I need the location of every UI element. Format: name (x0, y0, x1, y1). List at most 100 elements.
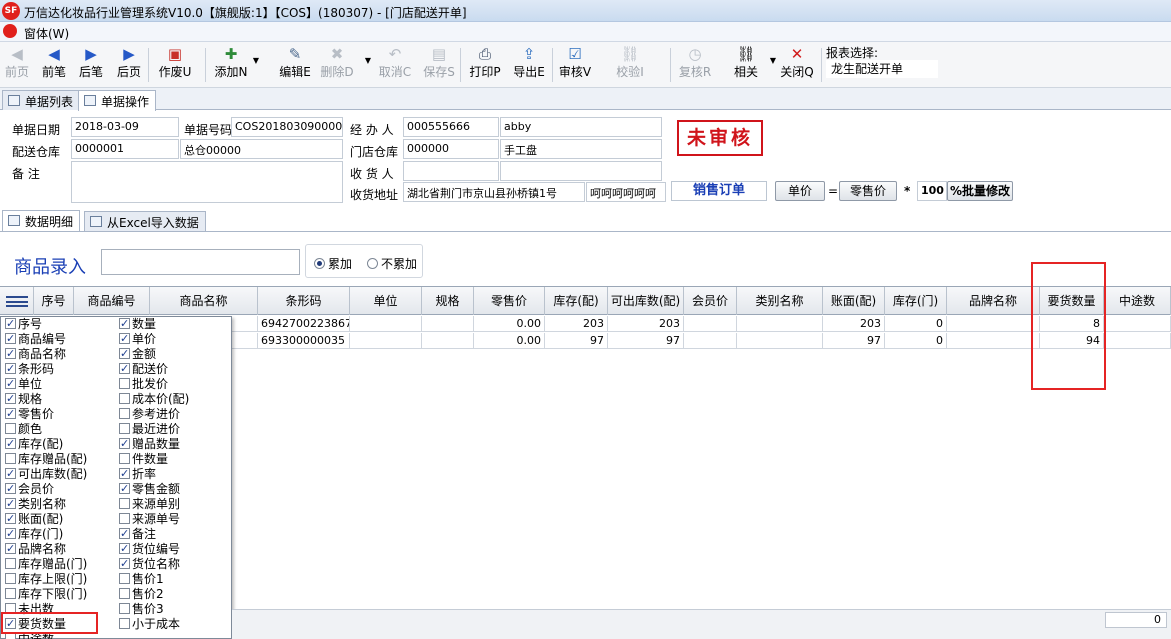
column-option[interactable]: 成本价(配) (119, 392, 189, 407)
checkbox-unchecked-icon[interactable] (5, 588, 16, 599)
toolbar-button-next-record[interactable]: ▶ 后笔 (75, 44, 107, 86)
checkbox-unchecked-icon[interactable] (119, 408, 130, 419)
receiver-extra-field[interactable] (500, 161, 662, 181)
grid-header-cell[interactable]: 商品名称 (150, 287, 258, 315)
toolbar-button-edit[interactable]: ✎ 编辑E (275, 44, 315, 86)
table-cell[interactable] (947, 316, 1040, 332)
checkbox-checked-icon[interactable] (5, 406, 16, 421)
checkbox-unchecked-icon[interactable] (5, 573, 16, 584)
column-option[interactable]: 颜色 (5, 422, 42, 437)
grid-header-cell[interactable]: 零售价 (474, 287, 545, 315)
column-option[interactable]: 库存(门) (5, 526, 63, 542)
table-cell[interactable]: 0 (885, 316, 947, 332)
handler-name-field[interactable]: abby (500, 117, 662, 137)
toolbar-dropdown-arrow-delete[interactable]: ▼ (362, 56, 374, 70)
toolbar-button-delete[interactable]: ✖ 删除D (318, 44, 356, 86)
column-option[interactable]: 库存下限(门) (5, 587, 87, 602)
address-field[interactable]: 湖北省荆门市京山县孙桥镇1号 (403, 182, 585, 202)
menu-window[interactable]: 窗体(W) (24, 25, 69, 42)
checkbox-checked-icon[interactable] (119, 556, 130, 571)
remark-field[interactable] (71, 161, 343, 203)
table-cell[interactable]: 97 (823, 333, 885, 349)
table-cell[interactable] (1104, 333, 1171, 349)
table-cell[interactable]: 203 (823, 316, 885, 332)
checkbox-unchecked-icon[interactable] (5, 423, 16, 434)
checkbox-checked-icon[interactable] (5, 331, 16, 346)
checkbox-unchecked-icon[interactable] (119, 453, 130, 464)
column-option[interactable]: 条形码 (5, 361, 54, 377)
checkbox-checked-icon[interactable] (5, 481, 16, 496)
checkbox-unchecked-icon[interactable] (119, 513, 130, 524)
checkbox-checked-icon[interactable] (5, 526, 16, 541)
grid-header-cell[interactable]: 账面(配) (823, 287, 885, 315)
grid-header-cell[interactable]: 商品编号 (74, 287, 150, 315)
toolbar-button-undo[interactable]: ↶ 取消C (375, 44, 415, 86)
table-cell[interactable] (350, 316, 422, 332)
toolbar-button-audit[interactable]: ☑ 审核V (557, 44, 593, 86)
column-option[interactable]: 单位 (5, 376, 42, 392)
column-option[interactable]: 货位编号 (119, 541, 180, 557)
column-option[interactable]: 最近进价 (119, 422, 180, 437)
toolbar-button-recheck[interactable]: ◷ 复核R (676, 44, 714, 86)
column-option[interactable]: 批发价 (119, 377, 168, 392)
grid-header-cell[interactable]: 条形码 (258, 287, 350, 315)
column-option[interactable]: 库存(配) (5, 436, 63, 452)
table-cell[interactable]: 0.00 (474, 316, 545, 332)
checkbox-checked-icon[interactable] (119, 436, 130, 451)
grid-header-cell[interactable]: 序号 (34, 287, 74, 315)
checkbox-checked-icon[interactable] (119, 526, 130, 541)
checkbox-checked-icon[interactable] (5, 511, 16, 526)
column-option[interactable]: 数量 (119, 316, 156, 332)
dist-warehouse-name-field[interactable]: 总仓00000 (180, 139, 343, 159)
checkbox-checked-icon[interactable] (119, 331, 130, 346)
table-cell[interactable]: 693300000035 (258, 333, 350, 349)
column-option[interactable]: 规格 (5, 391, 42, 407)
toolbar-button-save[interactable]: ▤ 保存S (420, 44, 458, 86)
table-cell[interactable]: 0.00 (474, 333, 545, 349)
grid-header-cell[interactable]: 规格 (422, 287, 474, 315)
checkbox-checked-icon[interactable] (119, 316, 130, 331)
date-field[interactable]: 2018-03-09 (71, 117, 179, 137)
column-option[interactable]: 来源单号 (119, 512, 180, 527)
table-cell[interactable] (684, 333, 737, 349)
grid-header-cell[interactable]: 会员价 (684, 287, 737, 315)
checkbox-unchecked-icon[interactable] (119, 603, 130, 614)
column-option[interactable]: 类别名称 (5, 496, 66, 512)
column-option[interactable]: 件数量 (119, 452, 168, 467)
checkbox-checked-icon[interactable] (5, 541, 16, 556)
checkbox-unchecked-icon[interactable] (119, 618, 130, 629)
column-option[interactable]: 品牌名称 (5, 541, 66, 557)
checkbox-unchecked-icon[interactable] (119, 498, 130, 509)
store-warehouse-code-field[interactable]: 000000 (403, 139, 499, 159)
checkbox-checked-icon[interactable] (5, 496, 16, 511)
checkbox-checked-icon[interactable] (5, 466, 16, 481)
table-cell[interactable]: 97 (608, 333, 684, 349)
table-cell[interactable]: 0 (885, 333, 947, 349)
grid-column-chooser-button[interactable] (0, 287, 34, 315)
toolbar-button-last-page[interactable]: ▶ 后页 (112, 44, 146, 86)
column-option[interactable]: 小于成本 (119, 617, 180, 632)
table-cell[interactable] (1104, 316, 1171, 332)
checkbox-unchecked-icon[interactable] (119, 573, 130, 584)
toolbar-button-print[interactable]: ⎙ 打印P (467, 44, 503, 86)
toolbar-button-related[interactable]: ⛓ 相关 (726, 44, 766, 86)
checkbox-unchecked-icon[interactable] (119, 588, 130, 599)
checkbox-unchecked-icon[interactable] (5, 453, 16, 464)
column-option[interactable]: 可出库数(配) (5, 466, 87, 482)
table-cell[interactable]: 203 (545, 316, 608, 332)
toolbar-dropdown-arrow-add[interactable]: ▼ (250, 56, 262, 70)
doc-no-field[interactable]: COS2018030900000001 (231, 117, 343, 137)
column-option[interactable]: 商品编号 (5, 331, 66, 347)
toolbar-button-prev-record[interactable]: ◀ 前笔 (38, 44, 70, 86)
table-cell[interactable]: 203 (608, 316, 684, 332)
column-option[interactable]: 库存赠品(门) (5, 557, 87, 572)
toolbar-button-first-page[interactable]: ◀ 前页 (2, 44, 32, 86)
checkbox-unchecked-icon[interactable] (119, 393, 130, 404)
grid-header-cell[interactable]: 中途数 (1104, 287, 1171, 315)
grid-header-cell[interactable]: 类别名称 (737, 287, 823, 315)
grid-header-cell[interactable]: 库存(门) (885, 287, 947, 315)
checkbox-checked-icon[interactable] (5, 361, 16, 376)
column-option[interactable]: 金额 (119, 346, 156, 362)
column-option[interactable]: 售价3 (119, 602, 164, 617)
checkbox-checked-icon[interactable] (119, 346, 130, 361)
